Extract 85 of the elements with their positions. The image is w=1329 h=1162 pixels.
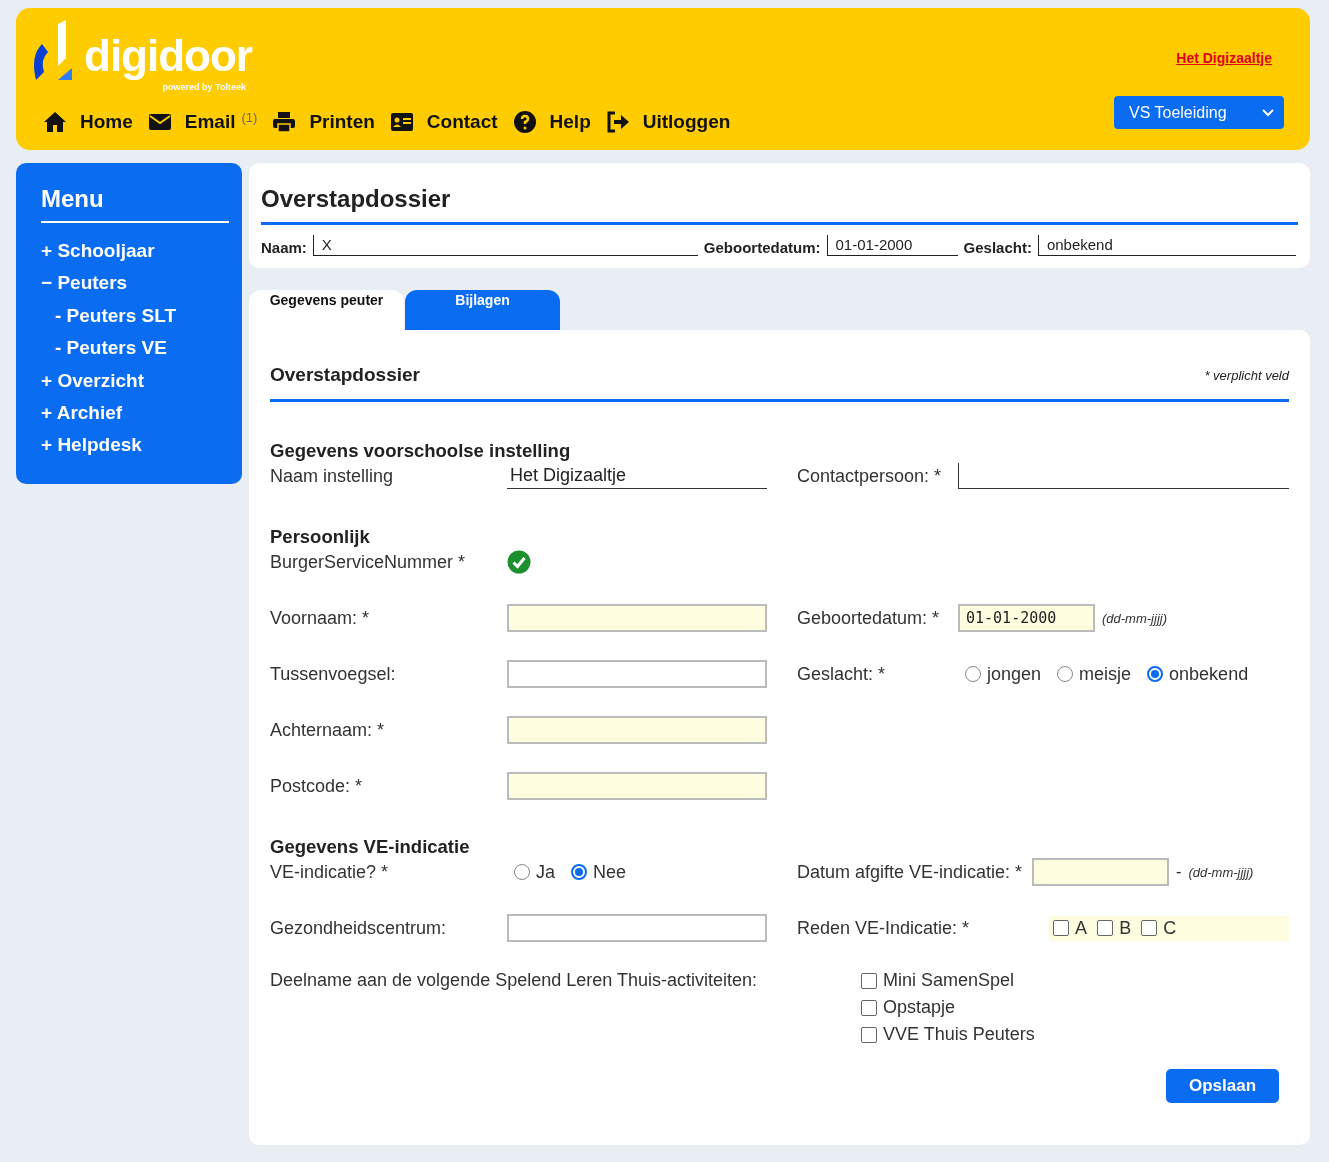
- section-title: Persoonlijk: [270, 526, 371, 548]
- chevron-down-icon: [1262, 108, 1274, 117]
- required-note: * verplicht veld: [1204, 368, 1289, 383]
- field-label: Naam instelling: [270, 465, 395, 487]
- checkbox-label[interactable]: VVE Thuis Peuters: [883, 1024, 1035, 1045]
- summary-value: X: [312, 235, 698, 256]
- text-field[interactable]: [507, 716, 767, 744]
- checkbox-label[interactable]: A: [1075, 917, 1088, 939]
- text-field[interactable]: Het Digizaaltje: [507, 463, 767, 489]
- summary-value: 01-01-2000: [826, 235, 958, 256]
- save-button[interactable]: Opslaan: [1166, 1069, 1279, 1103]
- menu-title: Menu: [41, 185, 229, 223]
- check-circle-icon: [507, 550, 531, 574]
- tab[interactable]: Gegevens peuter: [249, 290, 404, 330]
- field-label: Geboortedatum: *: [797, 607, 941, 629]
- tab[interactable]: Bijlagen: [405, 290, 560, 330]
- summary-value: onbekend: [1037, 235, 1296, 256]
- field-label: Reden VE-Indicatie: *: [797, 917, 971, 939]
- checkbox-label[interactable]: Mini SamenSpel: [883, 970, 1015, 991]
- help-icon: [511, 110, 538, 135]
- printer-icon: [271, 110, 298, 135]
- brand-tagline: powered by Tolteek: [162, 82, 246, 93]
- summary-label: Naam:: [261, 239, 307, 256]
- field-label: Achternaam: *: [270, 719, 386, 741]
- field-label: Postcode: *: [270, 775, 364, 797]
- field-label: Voornaam: *: [270, 607, 371, 629]
- checkbox[interactable]: [1097, 920, 1114, 936]
- text-field[interactable]: [507, 772, 767, 800]
- checkbox-label[interactable]: C: [1163, 917, 1177, 939]
- checkbox[interactable]: [1053, 920, 1070, 936]
- field-label: Contactpersoon: *: [797, 465, 943, 487]
- radio-button[interactable]: [514, 864, 530, 880]
- section-title: Gegevens VE-indicatie: [270, 836, 471, 858]
- radio-button[interactable]: [1057, 666, 1074, 682]
- radio-button[interactable]: [1147, 666, 1164, 682]
- date-format-hint: (dd-mm-jjjj): [1188, 864, 1254, 880]
- radio-option[interactable]: onbekend: [1147, 663, 1249, 685]
- field-label: VE-indicatie? *: [270, 861, 390, 883]
- date-format-hint: (dd-mm-jjjj): [1102, 610, 1167, 626]
- role-dropdown[interactable]: VS Toeleiding: [1114, 96, 1284, 129]
- section-title: Gegevens voorschoolse instelling: [270, 440, 572, 462]
- field-label: Gezondheidscentrum:: [270, 917, 448, 939]
- radio-button[interactable]: [965, 666, 981, 682]
- form-title: Overstapdossier: [270, 364, 420, 386]
- separator-text: -: [1176, 863, 1182, 881]
- checkbox[interactable]: [861, 972, 877, 989]
- summary-label: Geslacht:: [963, 239, 1032, 256]
- nav-link[interactable]: Help: [511, 110, 591, 135]
- radio-option[interactable]: Nee: [571, 861, 627, 883]
- field-label: Geslacht: *: [797, 663, 887, 685]
- menu-item[interactable]: + Schooljaar: [41, 235, 229, 268]
- text-field[interactable]: [507, 660, 767, 688]
- checkbox[interactable]: [861, 999, 877, 1016]
- field-label: Deelname aan de volgende Spelend Leren Thuis-activiteiten:: [270, 970, 758, 991]
- nav-link[interactable]: Contact: [388, 110, 498, 135]
- text-field[interactable]: [507, 914, 767, 942]
- radio-option[interactable]: jongen: [965, 663, 1042, 685]
- menu-item[interactable]: − Peuters: [41, 267, 229, 300]
- unread-count: (1): [241, 110, 258, 126]
- checkbox[interactable]: [861, 1026, 877, 1043]
- checkbox-label[interactable]: B: [1119, 917, 1132, 939]
- checkbox-label[interactable]: Opstapje: [883, 997, 956, 1018]
- nav-link[interactable]: Email (1): [146, 110, 258, 135]
- home-icon: [42, 110, 68, 135]
- nav-link[interactable]: Home: [42, 110, 133, 135]
- menu-item[interactable]: + Overzicht: [41, 364, 229, 398]
- radio-option[interactable]: meisje: [1057, 663, 1132, 685]
- menu-item[interactable]: + Helpdesk: [41, 429, 229, 462]
- menu-item[interactable]: - Peuters SLT: [41, 299, 229, 333]
- menu-item[interactable]: + Archief: [41, 397, 229, 430]
- text-field[interactable]: [958, 463, 1289, 489]
- nav-link[interactable]: Printen: [271, 110, 375, 135]
- summary-label: Geboortedatum:: [703, 239, 821, 256]
- date-field[interactable]: [1032, 858, 1170, 886]
- page-title: Overstapdossier: [261, 185, 1298, 225]
- checkbox[interactable]: [1141, 920, 1158, 936]
- radio-button[interactable]: [571, 864, 587, 880]
- date-field[interactable]: 01-01-2000: [958, 604, 1095, 632]
- nav-link[interactable]: Uitloggen: [604, 110, 731, 135]
- field-label: BurgerServiceNummer *: [270, 551, 467, 573]
- field-label: Tussenvoegsel:: [270, 663, 397, 685]
- text-field[interactable]: [507, 604, 767, 632]
- menu-item[interactable]: - Peuters VE: [41, 332, 229, 365]
- radio-option[interactable]: Ja: [514, 861, 555, 883]
- field-label: Datum afgifte VE-indicatie: *: [797, 861, 1024, 883]
